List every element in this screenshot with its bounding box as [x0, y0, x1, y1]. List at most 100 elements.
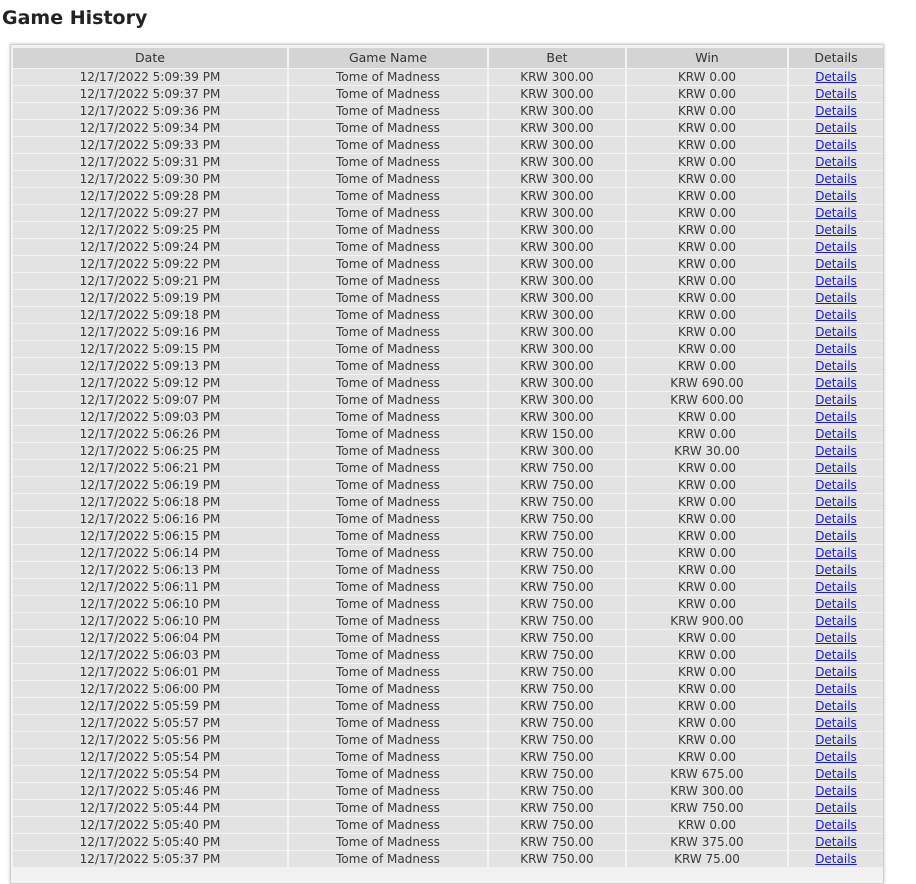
details-link[interactable]: Details — [815, 189, 857, 203]
details-link[interactable]: Details — [815, 852, 857, 866]
details-link[interactable]: Details — [815, 597, 857, 611]
table-row: 12/17/2022 5:09:19 PM Tome of Madness KRW … — [13, 289, 883, 306]
details-link[interactable]: Details — [815, 223, 857, 237]
details-link[interactable]: Details — [815, 240, 857, 254]
details-cell: Details — [789, 527, 883, 544]
details-cell: Details — [789, 272, 883, 289]
bet-cell: KRW 750.00 — [489, 714, 627, 731]
details-link[interactable]: Details — [815, 784, 857, 798]
table-row: 12/17/2022 5:09:03 PM Tome of Madness KRW … — [13, 408, 883, 425]
column-header-details: Details — [789, 48, 883, 68]
details-link[interactable]: Details — [815, 172, 857, 186]
game-name-cell: Tome of Madness — [289, 289, 489, 306]
date-cell: 12/17/2022 5:06:26 PM — [13, 425, 289, 442]
details-link[interactable]: Details — [815, 631, 857, 645]
details-link[interactable]: Details — [815, 359, 857, 373]
details-link[interactable]: Details — [815, 801, 857, 815]
details-link[interactable]: Details — [815, 291, 857, 305]
details-link[interactable]: Details — [815, 699, 857, 713]
details-link[interactable]: Details — [815, 546, 857, 560]
details-link[interactable]: Details — [815, 121, 857, 135]
table-row: 12/17/2022 5:06:26 PM Tome of Madness KRW … — [13, 425, 883, 442]
game-name-cell: Tome of Madness — [289, 425, 489, 442]
details-link[interactable]: Details — [815, 767, 857, 781]
details-link[interactable]: Details — [815, 427, 857, 441]
details-link[interactable]: Details — [815, 563, 857, 577]
date-cell: 12/17/2022 5:09:31 PM — [13, 153, 289, 170]
bet-cell: KRW 750.00 — [489, 782, 627, 799]
details-link[interactable]: Details — [815, 835, 857, 849]
details-link[interactable]: Details — [815, 512, 857, 526]
date-cell: 12/17/2022 5:06:03 PM — [13, 646, 289, 663]
table-row: 12/17/2022 5:09:27 PM Tome of Madness KRW … — [13, 204, 883, 221]
details-link[interactable]: Details — [815, 478, 857, 492]
game-name-cell: Tome of Madness — [289, 476, 489, 493]
game-name-cell: Tome of Madness — [289, 646, 489, 663]
game-history-table-container: Date Game Name Bet Win Details 12/17/202… — [10, 44, 884, 884]
win-cell: KRW 0.00 — [627, 357, 789, 374]
details-link[interactable]: Details — [815, 342, 857, 356]
table-row: 12/17/2022 5:09:31 PM Tome of Madness KRW … — [13, 153, 883, 170]
details-link[interactable]: Details — [815, 733, 857, 747]
details-link[interactable]: Details — [815, 274, 857, 288]
table-row: 12/17/2022 5:05:56 PM Tome of Madness KRW … — [13, 731, 883, 748]
details-link[interactable]: Details — [815, 444, 857, 458]
bet-cell: KRW 750.00 — [489, 799, 627, 816]
date-cell: 12/17/2022 5:09:13 PM — [13, 357, 289, 374]
details-link[interactable]: Details — [815, 376, 857, 390]
details-link[interactable]: Details — [815, 716, 857, 730]
details-link[interactable]: Details — [815, 818, 857, 832]
details-link[interactable]: Details — [815, 648, 857, 662]
details-link[interactable]: Details — [815, 580, 857, 594]
details-cell: Details — [789, 476, 883, 493]
table-row: 12/17/2022 5:09:13 PM Tome of Madness KRW … — [13, 357, 883, 374]
details-link[interactable]: Details — [815, 325, 857, 339]
details-link[interactable]: Details — [815, 257, 857, 271]
details-link[interactable]: Details — [815, 87, 857, 101]
date-cell: 12/17/2022 5:06:13 PM — [13, 561, 289, 578]
details-cell: Details — [789, 714, 883, 731]
details-link[interactable]: Details — [815, 206, 857, 220]
date-cell: 12/17/2022 5:09:27 PM — [13, 204, 289, 221]
details-link[interactable]: Details — [815, 410, 857, 424]
details-link[interactable]: Details — [815, 138, 857, 152]
table-row: 12/17/2022 5:06:18 PM Tome of Madness KRW … — [13, 493, 883, 510]
table-row: 12/17/2022 5:05:46 PM Tome of Madness KRW … — [13, 782, 883, 799]
details-link[interactable]: Details — [815, 393, 857, 407]
details-link[interactable]: Details — [815, 155, 857, 169]
game-name-cell: Tome of Madness — [289, 459, 489, 476]
details-cell: Details — [789, 221, 883, 238]
win-cell: KRW 0.00 — [627, 510, 789, 527]
game-name-cell: Tome of Madness — [289, 255, 489, 272]
details-cell: Details — [789, 289, 883, 306]
date-cell: 12/17/2022 5:09:15 PM — [13, 340, 289, 357]
column-header-win: Win — [627, 48, 789, 68]
win-cell: KRW 900.00 — [627, 612, 789, 629]
details-link[interactable]: Details — [815, 682, 857, 696]
game-name-cell: Tome of Madness — [289, 680, 489, 697]
details-link[interactable]: Details — [815, 104, 857, 118]
date-cell: 12/17/2022 5:06:10 PM — [13, 612, 289, 629]
game-name-cell: Tome of Madness — [289, 85, 489, 102]
details-cell: Details — [789, 374, 883, 391]
details-link[interactable]: Details — [815, 70, 857, 84]
date-cell: 12/17/2022 5:06:04 PM — [13, 629, 289, 646]
bet-cell: KRW 300.00 — [489, 340, 627, 357]
win-cell: KRW 0.00 — [627, 595, 789, 612]
details-link[interactable]: Details — [815, 495, 857, 509]
date-cell: 12/17/2022 5:09:07 PM — [13, 391, 289, 408]
bet-cell: KRW 750.00 — [489, 680, 627, 697]
details-link[interactable]: Details — [815, 665, 857, 679]
table-row: 12/17/2022 5:05:54 PM Tome of Madness KRW … — [13, 748, 883, 765]
details-link[interactable]: Details — [815, 461, 857, 475]
details-link[interactable]: Details — [815, 750, 857, 764]
details-link[interactable]: Details — [815, 529, 857, 543]
details-link[interactable]: Details — [815, 614, 857, 628]
bet-cell: KRW 750.00 — [489, 459, 627, 476]
win-cell: KRW 0.00 — [627, 646, 789, 663]
table-row: 12/17/2022 5:06:14 PM Tome of Madness KRW … — [13, 544, 883, 561]
bet-cell: KRW 750.00 — [489, 595, 627, 612]
details-cell: Details — [789, 204, 883, 221]
details-cell: Details — [789, 799, 883, 816]
details-link[interactable]: Details — [815, 308, 857, 322]
